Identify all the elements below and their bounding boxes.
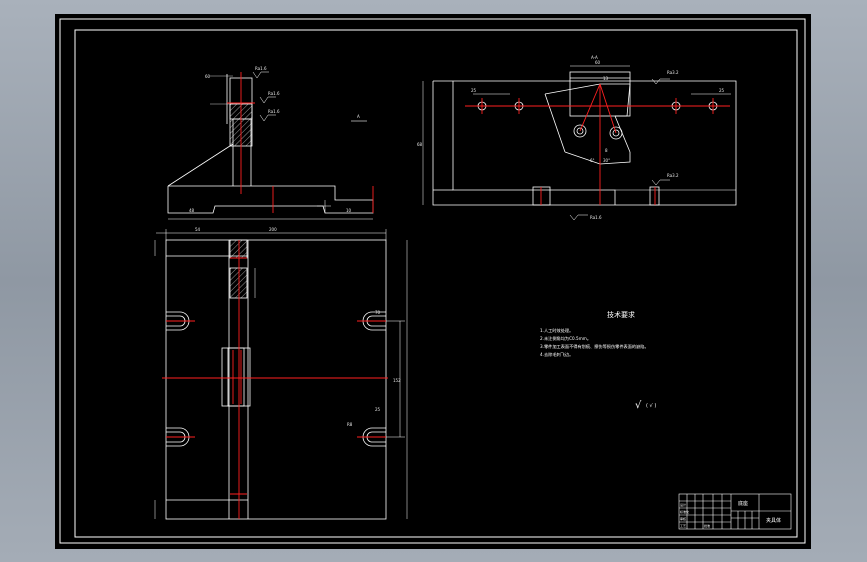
dim-label-height: 60 [205, 74, 211, 79]
grid-label-1: 设计 [680, 502, 686, 507]
section-dim-7: 6° [590, 158, 595, 163]
notes-item-4: 4.去除毛刺飞边。 [540, 351, 573, 358]
section-dim-6: 68 [417, 142, 423, 147]
plan-dim-5: R8 [347, 422, 353, 427]
section-roughness-1: Ra3.2 [667, 70, 679, 75]
plan-view-labels: 54 200 152 70 R8 25 [195, 227, 401, 427]
section-roughness-2: Ra1.6 [590, 215, 602, 220]
grid-label-3: 审核 [680, 516, 686, 521]
roughness-paren: ( √ ) [646, 403, 656, 409]
drawing-name: 底座 [738, 500, 748, 507]
roughness-label-1: Ra1.6 [255, 66, 267, 71]
section-dim-5: 8 [605, 148, 608, 153]
notes-item-2: 2.未注倒角均为C0.5mm。 [540, 335, 591, 342]
roughness-symbol: √ [635, 400, 642, 411]
outer-border [59, 18, 806, 544]
grid-label-2: 标准化 [680, 509, 689, 514]
dim-label-step: 10 [346, 208, 352, 213]
section-view [422, 65, 737, 221]
notes-title: 技术要求 [607, 310, 635, 319]
cad-drawing: A Ra1.6 Ra1.6 Ra1.6 48 60 10 A-A Ra3.2 R… [59, 18, 806, 544]
plan-dim-4: 70 [375, 310, 381, 315]
grid-label-5: 批准 [704, 523, 710, 528]
section-dim-8: 30° [603, 158, 610, 163]
section-roughness-3: Ra3.2 [667, 173, 679, 178]
section-marker-label: A [357, 114, 360, 119]
plan-dim-1: 54 [195, 227, 201, 232]
roughness-label-2: Ra1.6 [268, 91, 280, 96]
section-dim-1: 60 [595, 60, 601, 65]
section-dim-3: 25 [719, 88, 725, 93]
section-view-centerlines [465, 83, 730, 205]
roughness-label-3: Ra1.6 [268, 109, 280, 114]
top-view-labels: A Ra1.6 Ra1.6 Ra1.6 48 60 10 [189, 66, 367, 213]
plan-view [154, 229, 408, 520]
dim-label-base: 48 [189, 208, 195, 213]
plan-dim-2: 200 [269, 227, 277, 232]
section-view-labels: A-A Ra3.2 Ra1.6 Ra3.2 60 25 25 13 8 68 6… [417, 55, 725, 220]
plan-view-centerlines [162, 240, 388, 519]
section-dim-4: 13 [603, 76, 609, 81]
section-dim-2: 25 [471, 88, 477, 93]
technical-notes: 技术要求 1.人工时效处理。 2.未注倒角均为C0.5mm。 3.零件加工表面不… [540, 310, 656, 411]
drawing-sheet: A Ra1.6 Ra1.6 Ra1.6 48 60 10 A-A Ra3.2 R… [55, 14, 811, 549]
grid-label-4: 工艺 [680, 523, 686, 528]
notes-item-1: 1.人工时效处理。 [540, 327, 573, 334]
part-code: 夹具体 [766, 517, 781, 524]
plan-dim-6: 25 [375, 407, 381, 412]
plan-dim-3: 152 [393, 378, 401, 383]
notes-item-3: 3.零件加工表面不得有划痕、擦伤等损伤零件表面的缺陷。 [540, 343, 649, 350]
